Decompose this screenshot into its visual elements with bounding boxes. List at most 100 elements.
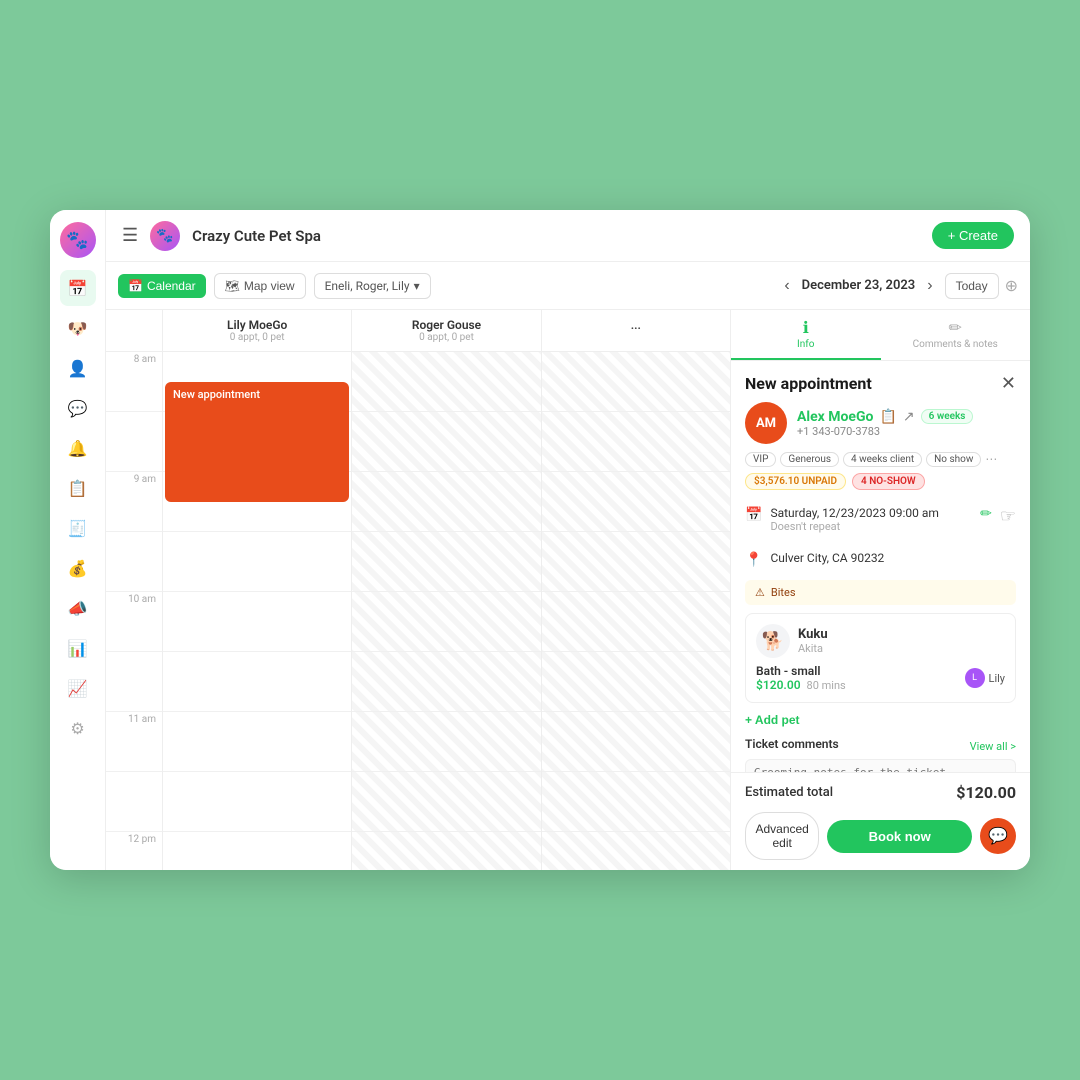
- edit-date-button[interactable]: ✏: [980, 506, 992, 522]
- time-column: 8 am 9 am 10 am 11 am 12 pm: [106, 352, 162, 870]
- action-row: Advanced edit Book now 💬: [745, 812, 1016, 860]
- unpaid-badge[interactable]: $3,576.10 UNPAID: [745, 473, 846, 490]
- prev-date-button[interactable]: ‹: [778, 275, 795, 297]
- lily-column[interactable]: New appointment: [162, 352, 351, 870]
- time-half-9: [106, 532, 162, 592]
- appointment-repeat: Doesn't repeat: [770, 520, 939, 533]
- time-12pm: 12 pm: [106, 832, 162, 870]
- map-view-button[interactable]: 🗺 Map view: [214, 273, 306, 299]
- calendar-body: 8 am 9 am 10 am 11 am 12 pm: [106, 352, 730, 870]
- time-half-11: [106, 772, 162, 832]
- panel-footer: Estimated total $120.00 Advanced edit Bo…: [731, 772, 1030, 870]
- brand-logo: 🐾: [60, 222, 96, 258]
- panel-header: New appointment ✕: [731, 361, 1030, 402]
- time-half-8: [106, 412, 162, 472]
- view-all-button[interactable]: View all >: [970, 740, 1016, 753]
- advanced-edit-button[interactable]: Advanced edit: [745, 812, 819, 860]
- weeks-badge: 6 weeks: [921, 409, 974, 424]
- calendar-header: Lily MoeGo 0 appt, 0 pet Roger Gouse 0 a…: [106, 310, 730, 352]
- extra-column[interactable]: [541, 352, 730, 870]
- appointment-block[interactable]: New appointment: [165, 382, 349, 502]
- noshow-badge[interactable]: 4 NO-SHOW: [852, 473, 925, 490]
- sidebar-item-tasks[interactable]: 📋: [60, 470, 96, 506]
- roger-column[interactable]: [351, 352, 540, 870]
- client-name[interactable]: Alex MoeGo: [797, 409, 873, 425]
- pet-avatar: 🐕: [756, 624, 790, 658]
- comments-header: Ticket comments View all >: [745, 737, 1016, 755]
- tag-generous: Generous: [780, 452, 839, 467]
- chat-button[interactable]: 💬: [980, 818, 1016, 854]
- staff-selector[interactable]: Eneli, Roger, Lily ▾: [314, 273, 431, 299]
- calendar-toolbar: 📅 Calendar 🗺 Map view Eneli, Roger, Lily…: [106, 262, 1030, 310]
- staff-avatar: L: [965, 668, 985, 688]
- panel-tabs: ℹ Info ✏ Comments & notes: [731, 310, 1030, 361]
- appointment-location-row: 📍 Culver City, CA 90232: [745, 545, 1016, 574]
- sidebar-item-clients[interactable]: 👤: [60, 350, 96, 386]
- service-name: Bath - small: [756, 664, 846, 678]
- staff-col-extra: ...: [541, 310, 730, 351]
- time-9am: 9 am: [106, 472, 162, 532]
- sidebar-item-stats[interactable]: 📈: [60, 670, 96, 706]
- share-icon[interactable]: ↗: [903, 409, 915, 425]
- comments-input[interactable]: [745, 759, 1016, 772]
- sidebar-item-settings[interactable]: ⚙: [60, 710, 96, 746]
- topbar: ☰ 🐾 Crazy Cute Pet Spa + Create: [106, 210, 1030, 262]
- pet-card: 🐕 Kuku Akita Bath - small $120.00: [745, 613, 1016, 703]
- staff-col-lily: Lily MoeGo 0 appt, 0 pet: [162, 310, 351, 351]
- info-icon: ℹ: [803, 318, 809, 337]
- staff-col-roger: Roger Gouse 0 appt, 0 pet: [351, 310, 540, 351]
- sidebar-item-payments[interactable]: 💰: [60, 550, 96, 586]
- estimated-total-label: Estimated total: [745, 785, 833, 800]
- service-row: Bath - small $120.00 80 mins L Lily: [756, 664, 1005, 692]
- brand-name: Crazy Cute Pet Spa: [192, 227, 920, 245]
- panel-title: New appointment: [745, 374, 872, 393]
- current-date: December 23, 2023: [802, 278, 916, 293]
- tab-comments[interactable]: ✏ Comments & notes: [881, 310, 1031, 360]
- tab-info[interactable]: ℹ Info: [731, 310, 881, 360]
- sidebar-item-calendar[interactable]: 📅: [60, 270, 96, 306]
- cursor-hand-icon: ☞: [1000, 506, 1016, 527]
- calendar-view-button[interactable]: 📅 Calendar: [118, 274, 206, 298]
- hamburger-icon[interactable]: ☰: [122, 225, 138, 246]
- sidebar-item-marketing[interactable]: 📣: [60, 590, 96, 626]
- estimated-total-amount: $120.00: [956, 783, 1016, 802]
- tags-more[interactable]: ⋯: [985, 452, 997, 467]
- comments-label: Ticket comments: [745, 737, 839, 751]
- tag-vip: VIP: [745, 452, 776, 467]
- main-area: ☰ 🐾 Crazy Cute Pet Spa + Create 📅 Calend…: [106, 210, 1030, 870]
- sidebar-item-chat[interactable]: 💬: [60, 390, 96, 426]
- today-button[interactable]: Today: [945, 273, 999, 299]
- time-half-10: [106, 652, 162, 712]
- client-avatar: AM: [745, 402, 787, 444]
- staff-columns: New appointment: [162, 352, 730, 870]
- pet-info-row: 🐕 Kuku Akita: [756, 624, 1005, 658]
- appointment-date-row: 📅 Saturday, 12/23/2023 09:00 am Doesn't …: [745, 500, 1016, 539]
- calendar-settings-icon[interactable]: ⊕: [1005, 276, 1018, 295]
- create-button[interactable]: + Create: [932, 222, 1014, 249]
- map-icon: 🗺: [225, 279, 240, 293]
- close-panel-button[interactable]: ✕: [1001, 373, 1016, 394]
- sidebar-item-pets[interactable]: 🐶: [60, 310, 96, 346]
- total-row: Estimated total $120.00: [745, 783, 1016, 802]
- sidebar-item-invoices[interactable]: 🧾: [60, 510, 96, 546]
- service-price: $120.00: [756, 678, 801, 692]
- sidebar-item-reports[interactable]: 📊: [60, 630, 96, 666]
- client-info-row: AM Alex MoeGo 📋 ↗ 6 weeks +1 343-070-378…: [745, 402, 1016, 444]
- warning-icon: ⚠: [755, 586, 765, 599]
- client-tags: VIP Generous 4 weeks client No show ⋯: [745, 452, 1016, 467]
- next-date-button[interactable]: ›: [921, 275, 938, 297]
- book-now-button[interactable]: Book now: [827, 820, 972, 853]
- copy-icon[interactable]: 📋: [879, 409, 896, 425]
- add-pet-button[interactable]: + Add pet: [745, 711, 800, 729]
- client-phone: +1 343-070-3783: [797, 425, 973, 438]
- alert-row: $3,576.10 UNPAID 4 NO-SHOW: [745, 473, 1016, 490]
- tag-4weeks: 4 weeks client: [843, 452, 922, 467]
- comments-icon: ✏: [949, 318, 962, 337]
- sidebar-item-alerts[interactable]: 🔔: [60, 430, 96, 466]
- pet-name: Kuku: [798, 627, 828, 642]
- time-8am: 8 am: [106, 352, 162, 412]
- appointment-date: Saturday, 12/23/2023 09:00 am: [770, 506, 939, 520]
- time-11am: 11 am: [106, 712, 162, 772]
- client-details: Alex MoeGo 📋 ↗ 6 weeks +1 343-070-3783: [797, 409, 973, 438]
- calendar-content: Lily MoeGo 0 appt, 0 pet Roger Gouse 0 a…: [106, 310, 1030, 870]
